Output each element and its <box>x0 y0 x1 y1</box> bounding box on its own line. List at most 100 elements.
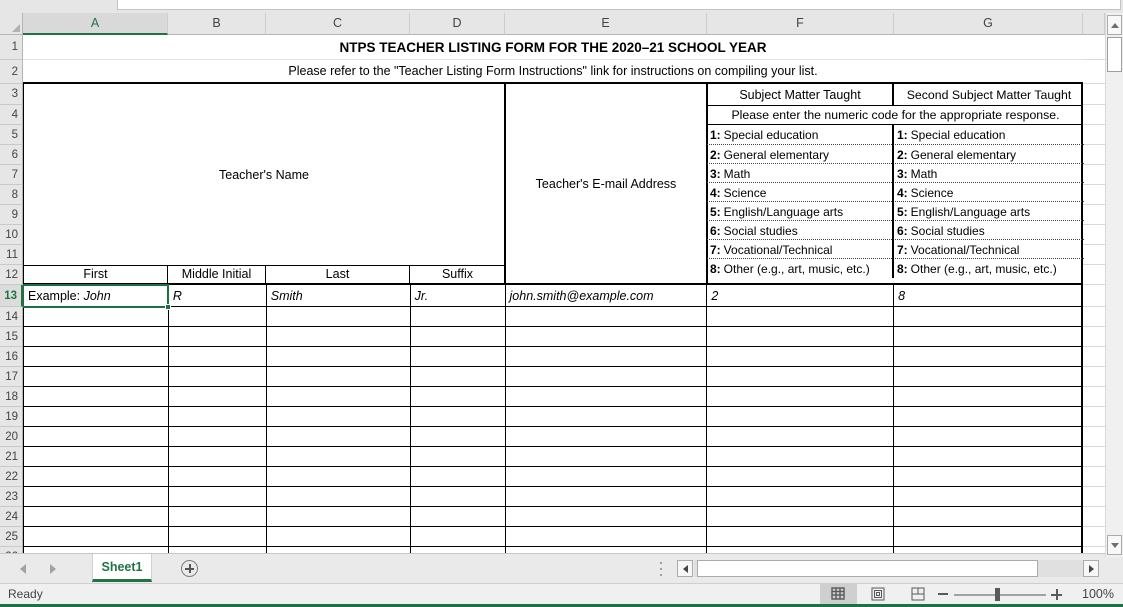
subject-code-4[interactable]: 4: Science <box>707 183 894 202</box>
cell-B19[interactable] <box>169 407 267 426</box>
cell-B23[interactable] <box>169 487 267 506</box>
row-header-6[interactable]: 6 <box>0 145 23 165</box>
row-header-25[interactable]: 25 <box>0 527 23 547</box>
column-header-F[interactable]: F <box>707 13 894 35</box>
cell-C18[interactable] <box>267 387 411 406</box>
cell-E13[interactable]: john.smith@example.com <box>506 285 708 306</box>
cell-E15[interactable] <box>506 327 708 346</box>
middle-initial-header-cell[interactable]: Middle Initial <box>168 265 266 283</box>
last-name-header-cell[interactable]: Last <box>266 265 410 283</box>
cell-G14[interactable] <box>894 307 1083 326</box>
add-sheet-button[interactable] <box>181 560 198 577</box>
row-header-5[interactable]: 5 <box>0 125 23 145</box>
normal-view-button[interactable] <box>820 584 857 604</box>
cell-E17[interactable] <box>506 367 708 386</box>
cell-E24[interactable] <box>506 507 708 526</box>
zoom-slider-thumb[interactable] <box>995 588 1000 601</box>
cell-F14[interactable] <box>707 307 895 326</box>
scrollbar-resize-handle[interactable] <box>660 562 663 576</box>
scroll-right-button[interactable] <box>1083 560 1099 577</box>
second-subject-code-3[interactable]: 3: Math <box>894 164 1084 183</box>
cell-A17[interactable] <box>24 367 169 386</box>
row-header-8[interactable]: 8 <box>0 185 23 205</box>
cell-F13[interactable]: 2 <box>707 285 895 306</box>
cell-B13[interactable]: R <box>169 285 267 306</box>
row-header-1[interactable]: 1 <box>0 35 23 60</box>
row-header-24[interactable]: 24 <box>0 507 23 527</box>
column-header-B[interactable]: B <box>168 13 266 35</box>
cell-E21[interactable] <box>506 447 708 466</box>
cell-F16[interactable] <box>707 347 895 366</box>
cell-B17[interactable] <box>169 367 267 386</box>
cell-A24[interactable] <box>24 507 169 526</box>
subject-code-3[interactable]: 3: Math <box>707 164 894 183</box>
teachers-name-header-cell[interactable]: Teacher's Name <box>24 84 504 265</box>
cell-E18[interactable] <box>506 387 708 406</box>
cell-G21[interactable] <box>894 447 1083 466</box>
cell-C25[interactable] <box>267 527 411 546</box>
cell-A19[interactable] <box>24 407 169 426</box>
cell-G18[interactable] <box>894 387 1083 406</box>
row-header-18[interactable]: 18 <box>0 387 23 407</box>
cell-A16[interactable] <box>24 347 169 366</box>
cell-B25[interactable] <box>169 527 267 546</box>
row-header-21[interactable]: 21 <box>0 447 23 467</box>
cell-D14[interactable] <box>411 307 506 326</box>
cell-B16[interactable] <box>169 347 267 366</box>
cell-E14[interactable] <box>506 307 708 326</box>
cell-G19[interactable] <box>894 407 1083 426</box>
second-subject-matter-header-cell[interactable]: Second Subject Matter Taught <box>895 84 1083 105</box>
cell-C24[interactable] <box>267 507 411 526</box>
cell-A18[interactable] <box>24 387 169 406</box>
cell-E25[interactable] <box>506 527 708 546</box>
cell-B21[interactable] <box>169 447 267 466</box>
cell-F24[interactable] <box>707 507 895 526</box>
cell-B20[interactable] <box>169 427 267 446</box>
row-header-23[interactable]: 23 <box>0 487 23 507</box>
second-subject-code-5[interactable]: 5: English/Language arts <box>894 202 1084 221</box>
cell-D25[interactable] <box>411 527 506 546</box>
cell-F23[interactable] <box>707 487 895 506</box>
row-header-17[interactable]: 17 <box>0 367 23 387</box>
zoom-slider-track[interactable] <box>954 594 1046 596</box>
row-header-9[interactable]: 9 <box>0 205 23 225</box>
cell-D21[interactable] <box>411 447 506 466</box>
cell-D16[interactable] <box>411 347 506 366</box>
row-header-2[interactable]: 2 <box>0 60 23 84</box>
page-break-preview-button[interactable] <box>900 584 937 604</box>
cell-C19[interactable] <box>267 407 411 426</box>
cell-A25[interactable] <box>24 527 169 546</box>
cell-D20[interactable] <box>411 427 506 446</box>
cell-G24[interactable] <box>894 507 1083 526</box>
cell-A15[interactable] <box>24 327 169 346</box>
column-header-G[interactable]: G <box>894 13 1083 35</box>
row-header-13[interactable]: 13 <box>0 285 23 307</box>
cell-A21[interactable] <box>24 447 169 466</box>
cell-E20[interactable] <box>506 427 708 446</box>
row-header-14[interactable]: 14 <box>0 307 23 327</box>
select-all-corner[interactable] <box>0 13 23 35</box>
zoom-level[interactable]: 100% <box>1072 584 1114 604</box>
cell-D15[interactable] <box>411 327 506 346</box>
cell-B18[interactable] <box>169 387 267 406</box>
cell-F22[interactable] <box>707 467 895 486</box>
cell-C15[interactable] <box>267 327 411 346</box>
first-name-header-cell[interactable]: First <box>24 265 168 283</box>
row-header-22[interactable]: 22 <box>0 467 23 487</box>
cell-G22[interactable] <box>894 467 1083 486</box>
cell-C17[interactable] <box>267 367 411 386</box>
second-subject-code-4[interactable]: 4: Science <box>894 183 1084 202</box>
column-header-A[interactable]: A <box>23 13 168 35</box>
cell-D13[interactable]: Jr. <box>411 285 506 306</box>
scroll-left-button[interactable] <box>677 560 693 577</box>
sheet-tab-sheet1[interactable]: Sheet1 <box>92 554 152 582</box>
cell-E23[interactable] <box>506 487 708 506</box>
second-subject-code-6[interactable]: 6: Social studies <box>894 221 1084 240</box>
cell-C14[interactable] <box>267 307 411 326</box>
cell-B15[interactable] <box>169 327 267 346</box>
scroll-down-button[interactable] <box>1107 535 1122 555</box>
subject-matter-header-cell[interactable]: Subject Matter Taught <box>708 84 892 105</box>
formula-bar-input[interactable] <box>117 0 1121 10</box>
row-header-16[interactable]: 16 <box>0 347 23 367</box>
cell-C16[interactable] <box>267 347 411 366</box>
